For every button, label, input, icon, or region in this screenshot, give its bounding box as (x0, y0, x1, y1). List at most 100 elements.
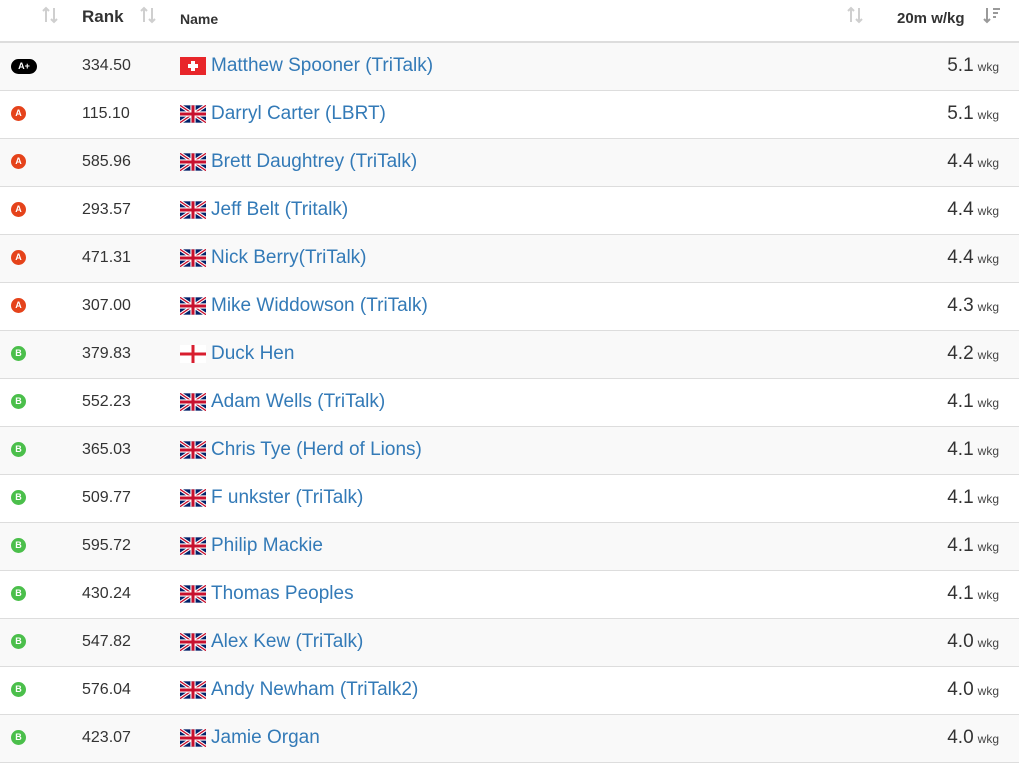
category-cell: B (0, 714, 66, 762)
sort-desc-icon[interactable] (982, 5, 1002, 25)
wkg-value: 4.1 (947, 439, 974, 460)
rider-name-link[interactable]: Jeff Belt (Tritalk) (211, 199, 348, 220)
name-cell: Matthew Spooner (TriTalk) (166, 42, 878, 90)
wkg-cell: 4.0 wkg (878, 666, 1019, 714)
rank-cell: 509.77 (82, 489, 131, 506)
category-cell: B (0, 618, 66, 666)
table-header: Rank Name 20m w/kg (0, 0, 1019, 42)
name-cell: Nick Berry(TriTalk) (166, 234, 878, 282)
wkg-unit: wkg (977, 540, 999, 554)
category-badge: B (11, 490, 26, 506)
wkg-value: 4.3 (947, 295, 974, 316)
category-cell: A (0, 234, 66, 282)
rider-name-link[interactable]: Thomas Peoples (211, 583, 354, 604)
uk-flag (180, 537, 206, 555)
sort-icon[interactable] (845, 5, 865, 25)
wkg-unit: wkg (977, 492, 999, 506)
category-badge: B (11, 538, 26, 554)
category-badge: B (11, 682, 26, 698)
table-row: B 379.83 Duck Hen 4.2 wkg (0, 330, 1019, 378)
name-cell: Chris Tye (Herd of Lions) (166, 426, 878, 474)
uk-flag (180, 633, 206, 651)
uk-flag (180, 729, 206, 747)
wkg-unit: wkg (977, 732, 999, 746)
wkg-value: 4.0 (947, 679, 974, 700)
rider-name-link[interactable]: Nick Berry(TriTalk) (211, 247, 367, 268)
wkg-value: 4.0 (947, 631, 974, 652)
rider-name-link[interactable]: Jamie Organ (211, 727, 320, 748)
rider-name-link[interactable]: F unkster (TriTalk) (211, 487, 363, 508)
category-cell: B (0, 570, 66, 618)
name-cell: Philip Mackie (166, 522, 878, 570)
wkg-unit: wkg (977, 684, 999, 698)
category-badge: B (11, 346, 26, 362)
table-row: A 293.57 Jeff Belt (Tritalk) 4.4 wkg (0, 186, 1019, 234)
column-header-wkg[interactable]: 20m w/kg (878, 0, 1019, 42)
rank-cell: 430.24 (82, 585, 131, 602)
wkg-value: 5.1 (947, 103, 974, 124)
wkg-unit: wkg (977, 636, 999, 650)
table-row: A 307.00 Mike Widdowson (TriTalk) 4.3 wkg (0, 282, 1019, 330)
table-row: B 547.82 Alex Kew (TriTalk) 4.0 wkg (0, 618, 1019, 666)
category-cell: B (0, 666, 66, 714)
rank-cell: 547.82 (82, 633, 131, 650)
table-row: B 365.03 Chris Tye (Herd of Lions) 4.1 wk… (0, 426, 1019, 474)
category-cell: B (0, 330, 66, 378)
rider-name-link[interactable]: Andy Newham (TriTalk2) (211, 679, 418, 700)
rank-cell: 293.57 (82, 201, 131, 218)
name-cell: Duck Hen (166, 330, 878, 378)
rider-name-link[interactable]: Philip Mackie (211, 535, 323, 556)
wkg-unit: wkg (977, 60, 999, 75)
wkg-unit: wkg (977, 300, 999, 314)
table-row: B 509.77 F unkster (TriTalk) 4.1 wkg (0, 474, 1019, 522)
category-cell: A+ (0, 42, 66, 90)
name-cell: F unkster (TriTalk) (166, 474, 878, 522)
table-body: A+ 334.50 Matthew Spooner (TriTalk) 5.1 w… (0, 42, 1019, 762)
rider-name-link[interactable]: Brett Daughtrey (TriTalk) (211, 151, 417, 172)
wkg-value: 4.4 (947, 199, 974, 220)
rank-cell: 307.00 (82, 297, 131, 314)
wkg-cell: 4.3 wkg (878, 282, 1019, 330)
wkg-cell: 4.0 wkg (878, 618, 1019, 666)
switzerland-flag (180, 57, 206, 76)
wkg-cell: 4.2 wkg (878, 330, 1019, 378)
rider-name-link[interactable]: Mike Widdowson (TriTalk) (211, 295, 428, 316)
name-cell: Thomas Peoples (166, 570, 878, 618)
column-header-rank[interactable]: Rank (66, 0, 166, 42)
uk-flag (180, 489, 206, 507)
rider-name-link[interactable]: Alex Kew (TriTalk) (211, 631, 363, 652)
uk-flag (180, 441, 206, 459)
wkg-value: 4.1 (947, 535, 974, 556)
wkg-header-label: 20m w/kg (897, 10, 965, 27)
table-row: B 552.23 Adam Wells (TriTalk) 4.1 wkg (0, 378, 1019, 426)
category-badge: B (11, 442, 26, 458)
wkg-cell: 4.4 wkg (878, 138, 1019, 186)
name-cell: Andy Newham (TriTalk2) (166, 666, 878, 714)
rank-cell: 379.83 (82, 345, 131, 362)
name-cell: Darryl Carter (LBRT) (166, 90, 878, 138)
table-row: A 115.10 Darryl Carter (LBRT) 5.1 wkg (0, 90, 1019, 138)
column-header-category[interactable] (0, 0, 66, 42)
wkg-unit: wkg (977, 108, 999, 122)
wkg-cell: 4.4 wkg (878, 234, 1019, 282)
rank-cell: 585.96 (82, 153, 131, 170)
rider-name-link[interactable]: Duck Hen (211, 343, 294, 364)
wkg-cell: 4.1 wkg (878, 474, 1019, 522)
table-row: B 423.07 Jamie Organ 4.0 wkg (0, 714, 1019, 762)
uk-flag (180, 393, 206, 411)
wkg-cell: 4.1 wkg (878, 378, 1019, 426)
rider-name-link[interactable]: Chris Tye (Herd of Lions) (211, 439, 422, 460)
rider-name-link[interactable]: Adam Wells (TriTalk) (211, 391, 385, 412)
name-cell: Mike Widdowson (TriTalk) (166, 282, 878, 330)
sort-icon[interactable] (40, 5, 60, 25)
wkg-unit: wkg (977, 156, 999, 170)
sort-icon[interactable] (138, 5, 158, 25)
uk-flag (180, 585, 206, 603)
rider-name-link[interactable]: Matthew Spooner (TriTalk) (211, 55, 433, 76)
rider-name-link[interactable]: Darryl Carter (LBRT) (211, 103, 386, 124)
category-cell: B (0, 426, 66, 474)
rank-cell: 552.23 (82, 393, 131, 410)
table-row: A+ 334.50 Matthew Spooner (TriTalk) 5.1 w… (0, 42, 1019, 90)
column-header-name[interactable]: Name (166, 0, 878, 42)
category-badge: B (11, 394, 26, 410)
